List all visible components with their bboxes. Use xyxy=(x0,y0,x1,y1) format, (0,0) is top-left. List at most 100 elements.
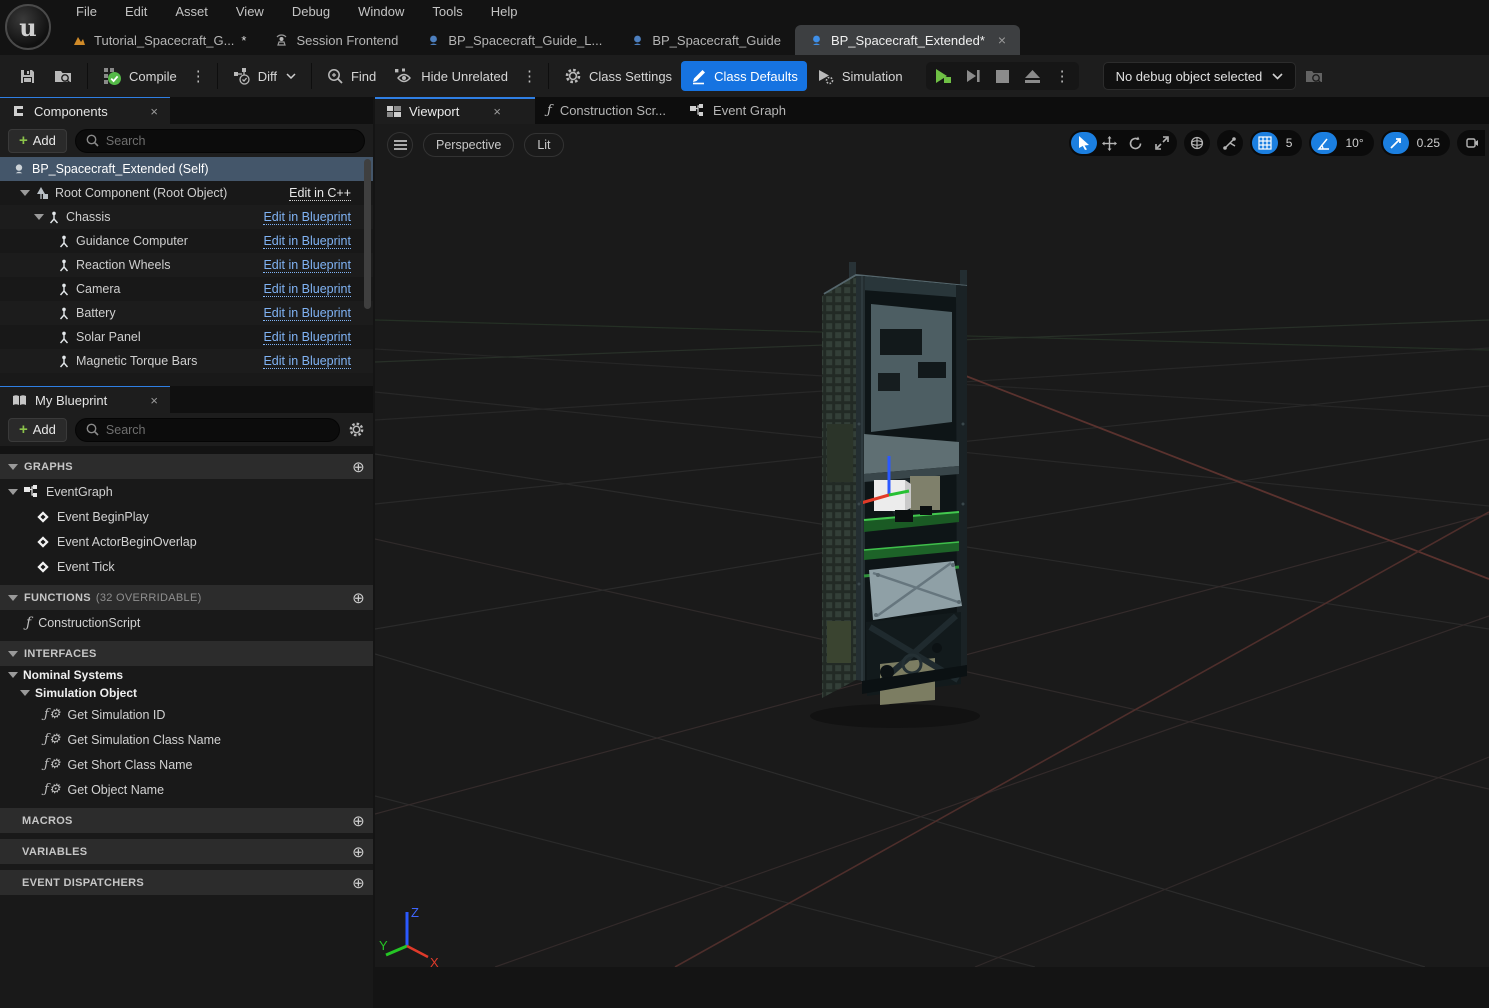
class-defaults-button[interactable]: Class Defaults xyxy=(681,61,807,91)
add-function-icon[interactable]: ⊕ xyxy=(352,589,365,607)
viewport-options-button[interactable] xyxy=(387,132,413,158)
scale-tool-button[interactable] xyxy=(1149,132,1175,154)
simulation-button[interactable]: Simulation xyxy=(807,61,912,91)
close-icon[interactable]: × xyxy=(150,104,158,119)
select-tool-button[interactable] xyxy=(1071,132,1097,154)
move-tool-button[interactable] xyxy=(1097,132,1123,154)
row-constructionscript[interactable]: ƒ ConstructionScript xyxy=(0,610,373,635)
search-input[interactable] xyxy=(106,423,329,437)
viewport-3d-canvas[interactable]: Z Y X Perspective Lit xyxy=(375,124,1489,967)
compile-button[interactable]: Compile xyxy=(94,61,186,91)
tree-row-guidance-computer[interactable]: Guidance Computer Edit in Blueprint xyxy=(0,229,373,253)
play-button[interactable] xyxy=(930,64,956,88)
scale-snap-value[interactable]: 0.25 xyxy=(1409,136,1448,150)
add-event-dispatcher-icon[interactable]: ⊕ xyxy=(352,874,365,892)
play-options-kebab[interactable]: ⋮ xyxy=(1050,67,1075,85)
tab-tutorial-spacecraft[interactable]: Tutorial_Spacecraft_G... * xyxy=(58,25,260,55)
expander-arrow[interactable] xyxy=(8,489,18,495)
expander-arrow[interactable] xyxy=(20,690,30,696)
tab-viewport[interactable]: Viewport × xyxy=(375,97,535,124)
row-get-simulation-id[interactable]: ƒ⚙ Get Simulation ID xyxy=(0,702,373,727)
expander-arrow[interactable] xyxy=(8,672,18,678)
tab-my-blueprint[interactable]: My Blueprint × xyxy=(0,386,170,413)
tab-event-graph[interactable]: Event Graph xyxy=(678,97,798,124)
section-interfaces[interactable]: INTERFACES xyxy=(0,641,373,666)
menu-file[interactable]: File xyxy=(62,0,111,24)
edit-in-blueprint-link[interactable]: Edit in Blueprint xyxy=(263,354,351,369)
edit-in-cpp-link[interactable]: Edit in C++ xyxy=(289,186,351,201)
rotation-snap-value[interactable]: 10° xyxy=(1337,136,1371,150)
row-event-beginplay[interactable]: Event BeginPlay xyxy=(0,504,373,529)
expander-arrow[interactable] xyxy=(8,464,18,470)
tree-row-chassis[interactable]: Chassis Edit in Blueprint xyxy=(0,205,373,229)
add-blueprint-item-button[interactable]: + Add xyxy=(8,418,67,442)
tab-bp-spacecraft-guide-l[interactable]: BP_Spacecraft_Guide_L... xyxy=(412,25,616,55)
edit-in-blueprint-link[interactable]: Edit in Blueprint xyxy=(263,234,351,249)
menu-debug[interactable]: Debug xyxy=(278,0,344,24)
tab-components[interactable]: Components × xyxy=(0,97,170,124)
menu-tools[interactable]: Tools xyxy=(418,0,476,24)
components-scrollbar[interactable] xyxy=(364,159,371,309)
tree-row-magnetic-torque-bars[interactable]: Magnetic Torque Bars Edit in Blueprint xyxy=(0,349,373,373)
hide-unrelated-button[interactable]: Hide Unrelated xyxy=(385,61,517,91)
surface-snapping-button[interactable] xyxy=(1217,130,1243,156)
tree-row-solar-panel[interactable]: Solar Panel Edit in Blueprint xyxy=(0,325,373,349)
compile-options-kebab[interactable]: ⋮ xyxy=(186,67,211,85)
add-macro-icon[interactable]: ⊕ xyxy=(352,812,365,830)
lit-dropdown[interactable]: Lit xyxy=(524,133,563,157)
expander-arrow[interactable] xyxy=(20,190,30,196)
browse-debug-button[interactable] xyxy=(1296,61,1332,91)
edit-in-blueprint-link[interactable]: Edit in Blueprint xyxy=(263,258,351,273)
expander-arrow[interactable] xyxy=(34,214,44,220)
menu-window[interactable]: Window xyxy=(344,0,418,24)
row-get-object-name[interactable]: ƒ⚙ Get Object Name xyxy=(0,777,373,802)
close-icon[interactable]: × xyxy=(150,393,158,408)
scale-snap-toggle[interactable] xyxy=(1383,132,1409,154)
class-settings-button[interactable]: Class Settings xyxy=(555,61,681,91)
tree-row-root-component[interactable]: Root Component (Root Object) Edit in C++ xyxy=(0,181,373,205)
find-button[interactable]: Find xyxy=(318,61,385,91)
menu-help[interactable]: Help xyxy=(477,0,532,24)
grid-snap-value[interactable]: 5 xyxy=(1278,136,1301,150)
stop-button[interactable] xyxy=(990,64,1016,88)
tree-row-self[interactable]: BP_Spacecraft_Extended (Self) xyxy=(0,157,373,181)
hide-unrelated-kebab[interactable]: ⋮ xyxy=(517,67,542,85)
grid-snap-toggle[interactable] xyxy=(1252,132,1278,154)
world-local-gizmo-button[interactable] xyxy=(1184,130,1210,156)
camera-speed-button[interactable] xyxy=(1459,132,1485,154)
row-event-actorbeginoverlap[interactable]: Event ActorBeginOverlap xyxy=(0,529,373,554)
expander-arrow[interactable] xyxy=(8,595,18,601)
add-variable-icon[interactable]: ⊕ xyxy=(352,843,365,861)
tree-row-reaction-wheels[interactable]: Reaction Wheels Edit in Blueprint xyxy=(0,253,373,277)
row-event-tick[interactable]: Event Tick xyxy=(0,554,373,579)
rotate-tool-button[interactable] xyxy=(1123,132,1149,154)
row-nominal-systems[interactable]: Nominal Systems xyxy=(0,666,373,684)
section-event-dispatchers[interactable]: EVENT DISPATCHERS ⊕ xyxy=(0,870,373,895)
menu-edit[interactable]: Edit xyxy=(111,0,161,24)
save-button[interactable] xyxy=(10,61,45,91)
row-get-simulation-class-name[interactable]: ƒ⚙ Get Simulation Class Name xyxy=(0,727,373,752)
perspective-dropdown[interactable]: Perspective xyxy=(423,133,514,157)
frame-skip-button[interactable] xyxy=(960,64,986,88)
menu-asset[interactable]: Asset xyxy=(161,0,222,24)
tab-construction-script[interactable]: ƒ Construction Scr... xyxy=(535,97,678,124)
eject-button[interactable] xyxy=(1020,64,1046,88)
row-get-short-class-name[interactable]: ƒ⚙ Get Short Class Name xyxy=(0,752,373,777)
tree-row-camera[interactable]: Camera Edit in Blueprint xyxy=(0,277,373,301)
close-icon[interactable]: × xyxy=(998,32,1006,48)
panel-settings-gear-icon[interactable] xyxy=(348,421,365,438)
unreal-logo-icon[interactable]: u xyxy=(5,4,51,50)
components-search[interactable] xyxy=(75,129,365,153)
edit-in-blueprint-link[interactable]: Edit in Blueprint xyxy=(263,210,351,225)
diff-button[interactable]: Diff xyxy=(224,61,305,91)
section-functions[interactable]: FUNCTIONS (32 OVERRIDABLE) ⊕ xyxy=(0,585,373,610)
edit-in-blueprint-link[interactable]: Edit in Blueprint xyxy=(263,306,351,321)
edit-in-blueprint-link[interactable]: Edit in Blueprint xyxy=(263,282,351,297)
search-input[interactable] xyxy=(106,134,354,148)
tree-row-battery[interactable]: Battery Edit in Blueprint xyxy=(0,301,373,325)
expander-arrow[interactable] xyxy=(8,651,18,657)
edit-in-blueprint-link[interactable]: Edit in Blueprint xyxy=(263,330,351,345)
row-simulation-object[interactable]: Simulation Object xyxy=(0,684,373,702)
tab-session-frontend[interactable]: Session Frontend xyxy=(260,25,412,55)
section-graphs[interactable]: GRAPHS ⊕ xyxy=(0,454,373,479)
